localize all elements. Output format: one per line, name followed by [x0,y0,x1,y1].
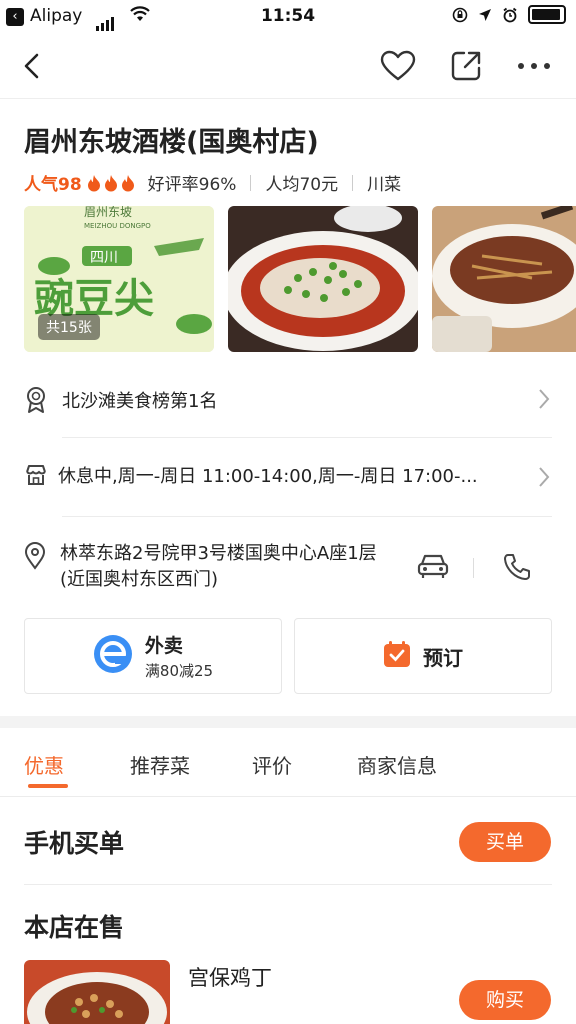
delivery-logo-icon [93,634,133,678]
divider [24,884,552,885]
buy-button[interactable]: 购买 [459,980,551,1020]
avg-price: 人均70元 [265,175,339,195]
svg-text:四川: 四川 [90,250,118,266]
mobile-pay-title: 手机买单 [24,829,125,858]
status-bar: ‹ Alipay 11:54 [0,0,576,34]
tab-merchant-info[interactable]: 商家信息 [357,750,437,779]
back-arrow-icon[interactable] [12,46,52,86]
lock-rotation-icon [452,7,468,22]
divider [352,174,354,191]
divider [62,516,552,517]
chevron-right-icon[interactable] [538,388,550,414]
dish-name[interactable]: 宫保鸡丁 [188,962,272,992]
divider [473,558,474,578]
heart-icon[interactable] [378,46,418,86]
divider [250,174,252,191]
divider [0,796,576,797]
phone-icon[interactable] [502,552,532,586]
pay-button[interactable]: 买单 [459,822,551,862]
cuisine: 川菜 [367,175,402,195]
on-sale-title: 本店在售 [24,913,125,942]
flame-icon [87,174,100,191]
store-hours-text[interactable]: 休息中,周一-周日 11:00-14:00,周一-周日 17:00-... [58,462,528,488]
active-tab-indicator [28,784,68,788]
location-pin-icon [24,542,46,574]
rating: 好评率96% [147,175,237,195]
ranking-icon [24,386,48,418]
taxi-icon[interactable] [416,552,450,584]
delivery-promo: 满80减25 [144,662,214,680]
store-name: 眉州东坡酒楼(国奥村店) [24,127,319,158]
location-icon [479,8,491,21]
delivery-title: 外卖 [144,635,183,657]
photo-count-badge: 共15张 [38,314,100,340]
store-meta: 人气98 好评率96% 人均70元 川菜 [24,170,401,195]
tab-reviews[interactable]: 评价 [252,750,292,779]
ranking-text[interactable]: 北沙滩美食榜第1名 [62,387,217,413]
store-hours-icon [24,463,48,491]
share-icon[interactable] [446,46,486,86]
nav-bar [0,34,576,99]
section-separator [0,716,576,728]
dish-thumbnail[interactable] [24,960,170,1024]
flame-icon [121,174,134,191]
battery-icon [528,5,566,24]
chevron-right-icon[interactable] [538,466,550,492]
flame-icons [86,174,136,192]
address-text[interactable]: 林萃东路2号院甲3号楼国奥中心A座1层(近国奥村东区西门) [60,541,400,593]
divider [62,437,552,438]
svg-text:MEIZHOU DONGPO: MEIZHOU DONGPO [84,222,151,230]
reserve-button[interactable]: 预订 [294,618,552,694]
calendar-check-icon [383,640,411,672]
status-right [452,5,566,24]
reserve-label: 预订 [423,645,463,670]
tab-discounts[interactable]: 优惠 [24,750,64,779]
store-photo-dish[interactable] [228,206,418,352]
flame-icon [104,174,117,191]
store-photo-pot[interactable] [432,206,576,352]
alarm-icon [503,7,517,22]
store-photo-poster[interactable]: 四川 豌豆尖 眉州东坡 MEIZHOU DONGPO 共15张 [24,206,214,352]
more-icon[interactable] [514,46,554,86]
svg-text:眉州东坡: 眉州东坡 [84,206,132,219]
popularity-score: 人气98 [24,175,82,195]
tab-recommended[interactable]: 推荐菜 [130,750,190,779]
delivery-button[interactable]: 外卖 满80减25 [24,618,282,694]
